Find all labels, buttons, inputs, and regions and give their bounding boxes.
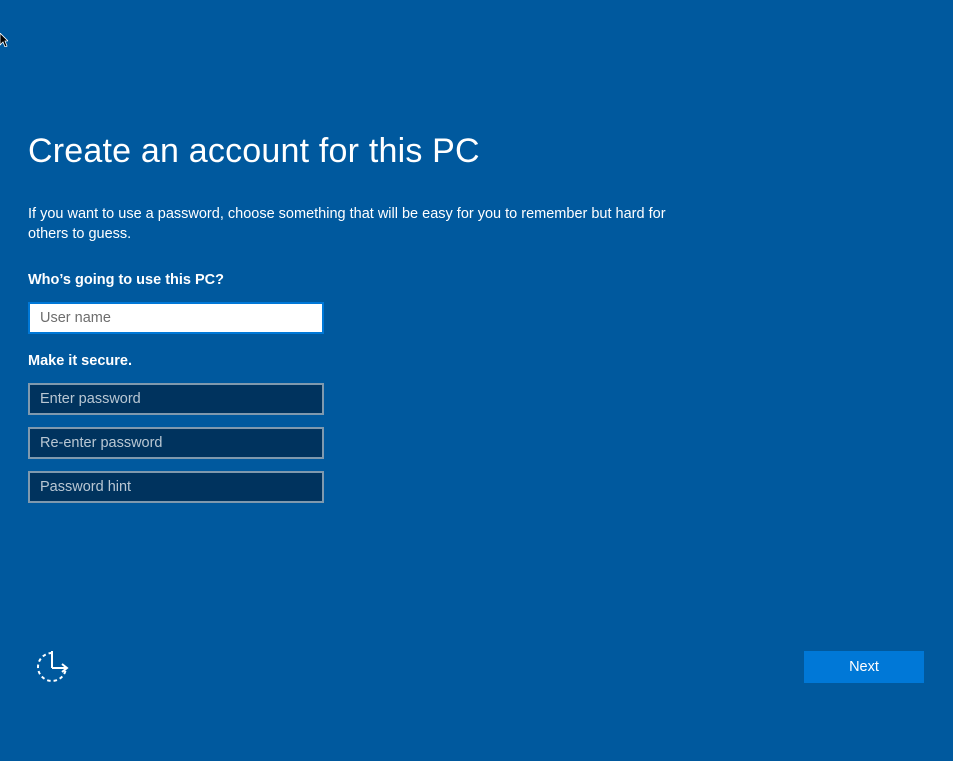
username-input[interactable]: [28, 302, 324, 334]
password-hint-input[interactable]: [28, 471, 324, 503]
password-input[interactable]: [28, 383, 324, 415]
user-section-label: Who’s going to use this PC?: [28, 272, 225, 288]
security-section-label: Make it secure.: [28, 353, 132, 369]
page-title: Create an account for this PC: [28, 132, 480, 170]
ease-of-access-icon: [37, 651, 69, 682]
ease-of-access-button[interactable]: [33, 648, 71, 686]
page-description: If you want to use a password, choose so…: [28, 206, 666, 242]
mouse-cursor-icon: [0, 33, 8, 47]
next-button[interactable]: Next: [804, 651, 924, 683]
reenter-password-input[interactable]: [28, 427, 324, 459]
